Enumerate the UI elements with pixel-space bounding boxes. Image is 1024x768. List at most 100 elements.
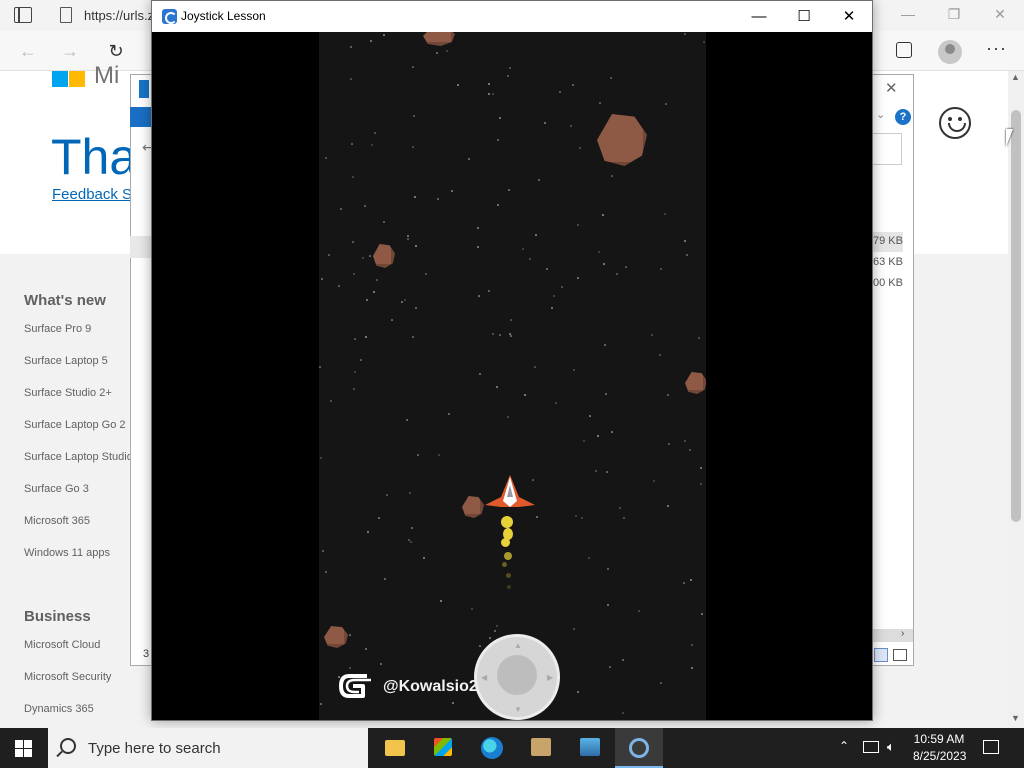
star	[409, 492, 411, 494]
footer-link[interactable]: Microsoft 365	[24, 515, 90, 527]
back-icon[interactable]: ←	[16, 39, 40, 63]
footer-link[interactable]: Surface Studio 2+	[24, 387, 112, 399]
volume-icon[interactable]: 🔈︎	[887, 739, 895, 755]
star	[451, 190, 453, 192]
star	[606, 471, 608, 473]
show-hidden-icons-icon[interactable]: ⌃	[839, 739, 849, 753]
asteroid	[423, 32, 455, 46]
footer-link[interactable]: Windows 11 apps	[24, 547, 110, 559]
scroll-up-icon[interactable]: ▲	[1011, 72, 1020, 82]
details-view-icon[interactable]	[874, 648, 888, 662]
star	[492, 333, 494, 335]
star	[529, 258, 531, 260]
asteroid	[462, 496, 484, 518]
preview-view-icon[interactable]	[893, 649, 907, 661]
tab-actions-icon[interactable]	[14, 7, 32, 23]
joystick-knob[interactable]	[497, 655, 537, 695]
footer-heading-whats-new: What's new	[24, 292, 106, 309]
gdevelop-icon[interactable]	[615, 728, 663, 768]
scrollbar-thumb[interactable]	[1011, 110, 1021, 522]
footer-link[interactable]: Dynamics 365	[24, 703, 94, 715]
browser-restore-icon[interactable]: ❐	[944, 6, 964, 23]
star	[349, 667, 351, 669]
file-size: 79 KB	[873, 235, 903, 247]
browser-minimize-icon[interactable]: —	[898, 6, 918, 22]
game-canvas[interactable]: @Kowalsio212 ▲ ▼ ◀ ▶	[319, 32, 706, 720]
footer-link[interactable]: Surface Pro 9	[24, 323, 91, 335]
dialog-header-bar	[130, 107, 152, 127]
microsoft-store-icon[interactable]	[419, 728, 467, 768]
star	[383, 34, 385, 36]
browser-close-icon[interactable]: ✕	[990, 6, 1010, 23]
maximize-icon[interactable]: ☐	[781, 1, 827, 32]
profile-icon[interactable]	[938, 40, 962, 64]
refresh-icon[interactable]: ↻	[104, 39, 128, 63]
star	[488, 290, 490, 292]
star	[659, 354, 661, 356]
star	[667, 394, 669, 396]
more-icon[interactable]: ···	[986, 38, 1007, 59]
clock-date[interactable]: 8/25/2023	[913, 749, 966, 763]
file-explorer-icon[interactable]	[371, 728, 419, 768]
star	[684, 33, 686, 35]
package-icon[interactable]	[517, 728, 565, 768]
star	[479, 373, 481, 375]
star	[497, 204, 499, 206]
minimize-icon[interactable]: —	[736, 1, 782, 32]
footer-link[interactable]: Surface Go 3	[24, 483, 89, 495]
star	[499, 334, 501, 336]
star	[373, 291, 375, 293]
footer-link[interactable]: Surface Laptop 5	[24, 355, 108, 367]
footer-link[interactable]: Surface Laptop Studio	[24, 451, 133, 463]
star	[496, 386, 498, 388]
star	[534, 366, 536, 368]
chevron-down-icon[interactable]: ⌄	[876, 108, 885, 121]
forward-icon[interactable]: →	[58, 39, 82, 63]
virtual-joystick[interactable]: ▲ ▼ ◀ ▶	[474, 634, 560, 720]
notification-icon[interactable]	[983, 740, 999, 754]
download-arrow-icon	[139, 80, 149, 98]
star	[330, 400, 332, 402]
horizontal-scrollbar[interactable]	[873, 629, 913, 642]
star	[622, 712, 624, 714]
star	[349, 634, 351, 636]
star	[477, 246, 479, 248]
star	[588, 557, 590, 559]
taskbar-search-box[interactable]: Type here to search	[48, 728, 368, 768]
network-icon[interactable]	[863, 741, 879, 753]
player-spaceship	[485, 475, 535, 507]
control-panel-icon[interactable]	[566, 728, 614, 768]
footer-link[interactable]: Surface Laptop Go 2	[24, 419, 126, 431]
scroll-down-icon[interactable]: ▼	[1011, 713, 1020, 723]
address-bar-url[interactable]: https://urls.z	[84, 8, 154, 23]
clock-time[interactable]: 10:59 AM	[913, 732, 965, 746]
window-titlebar[interactable]: Joystick Lesson — ☐ ✕	[152, 1, 872, 32]
dialog-strip	[130, 236, 152, 258]
star	[401, 301, 403, 303]
star	[559, 91, 561, 93]
edge-icon[interactable]	[468, 728, 516, 768]
dialog-close-icon[interactable]: ✕	[885, 79, 898, 97]
star	[353, 273, 355, 275]
star	[691, 644, 693, 646]
help-icon[interactable]: ?	[895, 109, 911, 125]
star	[452, 702, 454, 704]
star	[383, 221, 385, 223]
microsoft-logo[interactable]	[52, 71, 86, 87]
star	[609, 666, 611, 668]
footer-link[interactable]: Microsoft Cloud	[24, 639, 100, 651]
smiley-icon[interactable]	[939, 107, 971, 139]
star	[320, 457, 322, 459]
dialog-item-count: 3	[143, 648, 150, 660]
star	[703, 41, 705, 43]
feedback-link[interactable]: Feedback Si	[52, 186, 135, 203]
close-icon[interactable]: ✕	[826, 1, 872, 32]
star	[577, 224, 579, 226]
scroll-right-icon[interactable]: ›	[901, 628, 904, 639]
star	[602, 214, 604, 216]
star	[362, 257, 364, 259]
asteroid	[373, 244, 395, 268]
footer-link[interactable]: Microsoft Security	[24, 671, 111, 683]
collections-icon[interactable]	[896, 42, 912, 58]
windows-start-icon[interactable]	[15, 740, 32, 757]
